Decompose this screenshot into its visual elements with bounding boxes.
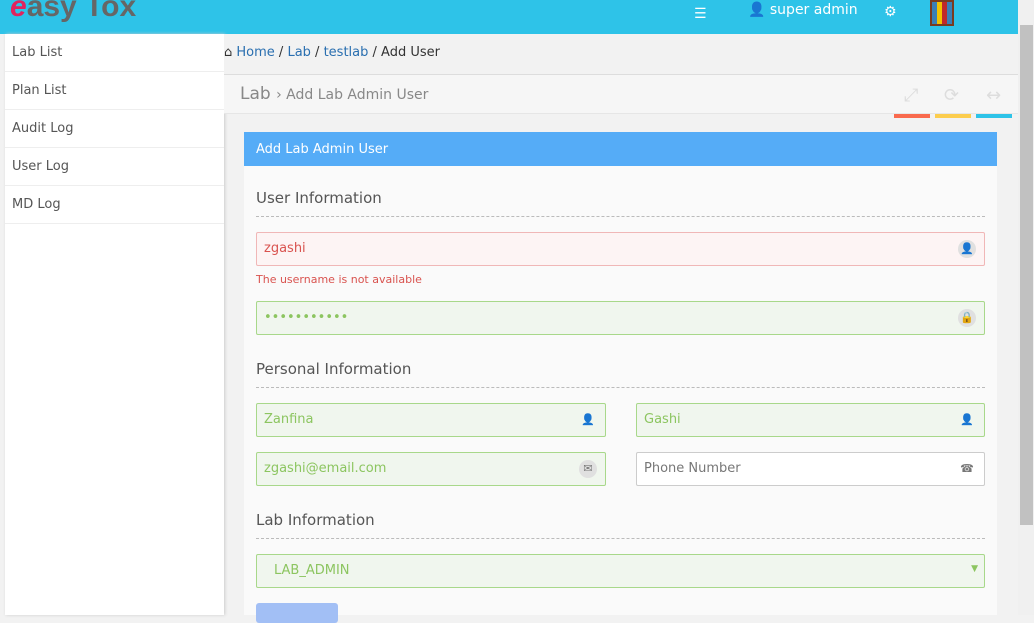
server-icon[interactable]: ☰ [694,6,707,22]
submit-button[interactable] [256,603,338,623]
section-personal-info: Personal Information [256,360,985,388]
envelope-icon: ✉ [579,460,597,478]
user-icon: 👤 [960,413,974,426]
user-menu[interactable]: 👤 super admin [748,2,858,18]
lock-icon: 🔒 [958,309,976,327]
last-name-input[interactable]: Gashi 👤 [636,403,985,437]
breadcrumb-home[interactable]: Home [236,45,274,60]
page-header: Lab › Add Lab Admin User ⤢ ⟳ ↔ [224,74,1018,118]
breadcrumb-current: Add User [381,45,440,60]
breadcrumb: ⌂ Home / Lab / testlab / Add User [224,34,1018,74]
password-input[interactable]: ••••••••••• 🔒 [256,301,985,335]
accent-bar-red [894,114,930,118]
sidebar-item-user-log[interactable]: User Log [5,148,224,186]
user-icon: 👤 [958,240,976,258]
home-icon: ⌂ [224,45,233,60]
section-lab-info: Lab Information [256,511,985,539]
library-icon[interactable] [930,0,954,26]
refresh-icon[interactable]: ⟳ [944,85,959,106]
panel-title: Add Lab Admin User [244,132,997,166]
phone-icon: ☎ [960,462,974,475]
user-icon: 👤 [748,2,766,18]
chevron-down-icon: ▼ [971,564,978,574]
phone-input[interactable]: Phone Number ☎ [636,452,985,486]
role-select[interactable]: LAB_ADMIN ▼ [256,554,985,588]
username-input[interactable]: zgashi 👤 [256,232,985,266]
sidebar-item-lab-list[interactable]: Lab List [5,34,224,72]
add-user-panel: Add Lab Admin User User Information zgas… [244,132,997,623]
accent-bar-blue [976,114,1012,118]
top-bar: easy Tox ☰ 👤 super admin ⚙ [0,0,1018,34]
fullscreen-icon[interactable]: ⤢ [904,85,918,106]
logo: easy Tox [10,0,137,23]
sidebar-item-audit-log[interactable]: Audit Log [5,110,224,148]
first-name-input[interactable]: Zanfina 👤 [256,403,606,437]
section-user-info: User Information [256,189,985,217]
page-title: Lab › Add Lab Admin User [240,84,429,104]
expand-horizontal-icon[interactable]: ↔ [986,85,1001,106]
email-input[interactable]: zgashi@email.com ✉ [256,452,606,486]
breadcrumb-testlab[interactable]: testlab [324,45,369,60]
scrollbar-thumb[interactable] [1020,25,1033,525]
gear-icon[interactable]: ⚙ [884,4,897,20]
accent-bar-yellow [935,114,971,118]
sidebar-item-plan-list[interactable]: Plan List [5,72,224,110]
breadcrumb-lab[interactable]: Lab [287,45,310,60]
scrollbar[interactable] [1018,0,1034,615]
username-error: The username is not available [256,273,422,286]
sidebar-item-md-log[interactable]: MD Log [5,186,224,224]
user-icon: 👤 [581,413,595,426]
sidebar: Lab List Plan List Audit Log User Log MD… [5,34,224,615]
